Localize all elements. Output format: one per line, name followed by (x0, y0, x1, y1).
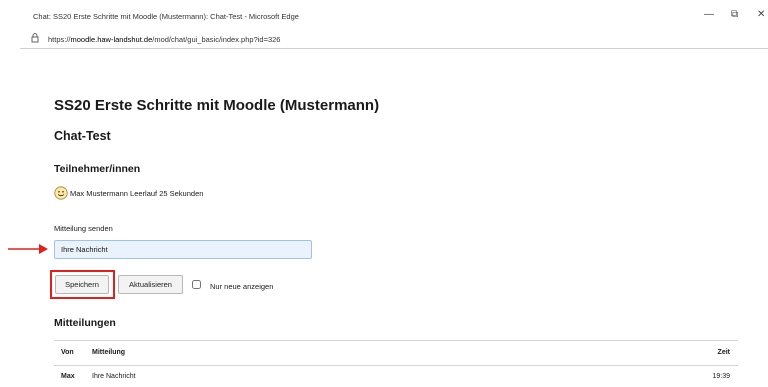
url-path: /mod/chat/gui_basic/index.php?id=326 (152, 35, 281, 44)
table-header: Von Mitteilung Zeit (54, 340, 738, 366)
messages-heading: Mitteilungen (54, 317, 116, 329)
table-row: Max Ihre Nachricht 19:39 (54, 365, 738, 387)
header-message: Mitteilung (92, 349, 126, 356)
maximize-button[interactable]: ⧉ (731, 9, 738, 20)
minimize-button[interactable]: — (704, 9, 714, 20)
header-from: Von (61, 349, 74, 356)
row-message: Ihre Nachricht (92, 373, 136, 380)
row-from: Max (61, 373, 75, 380)
message-input[interactable] (54, 240, 312, 259)
window-titlebar: Chat: SS20 Erste Schritte mit Moodle (Mu… (0, 0, 768, 30)
address-bar[interactable]: https://moodle.haw-landshut.de/mod/chat/… (20, 30, 768, 49)
url-host: moodle.haw-landshut.de (70, 35, 153, 44)
chat-title: Chat-Test (54, 129, 111, 143)
participant-name: Max Mustermann Leerlauf 25 Sekunden (70, 189, 204, 198)
new-only-label: Nur neue anzeigen (210, 282, 274, 291)
send-message-label: Mitteilung senden (54, 224, 113, 233)
refresh-button[interactable]: Aktualisieren (118, 275, 183, 294)
url-text[interactable]: https://moodle.haw-landshut.de/mod/chat/… (48, 35, 280, 44)
course-title: SS20 Erste Schritte mit Moodle (Musterma… (54, 97, 380, 114)
smiley-icon (54, 186, 68, 200)
url-prefix: https:// (48, 35, 71, 44)
lock-icon (31, 33, 39, 43)
window-title: Chat: SS20 Erste Schritte mit Moodle (Mu… (33, 12, 299, 21)
red-arrow-icon (8, 244, 48, 254)
participants-heading: Teilnehmer/innen (54, 163, 141, 175)
new-only-checkbox[interactable] (192, 280, 201, 289)
header-time: Zeit (717, 349, 730, 356)
row-time: 19:39 (712, 373, 730, 380)
save-button[interactable]: Speichern (55, 275, 109, 294)
close-button[interactable]: ✕ (757, 9, 765, 20)
